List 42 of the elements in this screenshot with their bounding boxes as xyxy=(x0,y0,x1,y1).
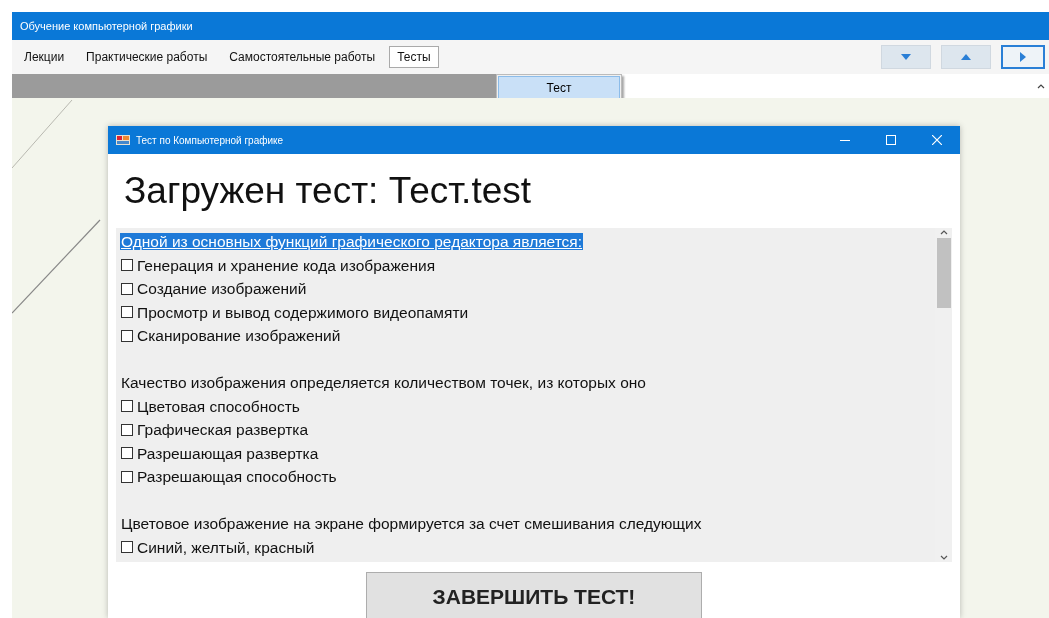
dialog-title: Тест по Компьютерной графике xyxy=(136,134,285,146)
scroll-down-icon xyxy=(939,554,948,562)
caret-right-icon xyxy=(1020,52,1026,62)
nav-button[interactable] xyxy=(1001,45,1045,69)
dropdown-item[interactable]: Тест xyxy=(498,76,620,100)
caret-up-icon xyxy=(961,54,971,60)
maximize-icon xyxy=(886,135,896,145)
close-icon xyxy=(932,135,942,145)
checkbox[interactable] xyxy=(121,329,133,342)
checkbox[interactable] xyxy=(121,447,133,460)
menu-item[interactable]: Практические работы xyxy=(78,46,216,68)
option-label: Цветовая способность xyxy=(137,396,300,417)
checkbox[interactable] xyxy=(121,541,133,554)
checkbox[interactable] xyxy=(121,306,133,319)
caret-down-icon xyxy=(901,54,911,60)
question-text: Цветовое изображение на экране формируется за счет смешивания следующих xyxy=(120,515,703,532)
checkbox[interactable] xyxy=(121,470,133,483)
checkbox[interactable] xyxy=(121,423,133,436)
scrollbar[interactable] xyxy=(935,228,952,562)
chevron-up-icon xyxy=(1037,83,1045,89)
option-label: Разрешающая развертка xyxy=(137,443,319,464)
scroll-up-icon xyxy=(939,228,948,236)
checkbox[interactable] xyxy=(121,400,133,413)
option-label: Синий, желтый, красный xyxy=(137,537,315,558)
menu-item[interactable]: Тесты xyxy=(389,46,439,68)
checkbox[interactable] xyxy=(121,259,133,272)
menu-item[interactable]: Самостоятельные работы xyxy=(221,46,384,68)
window-title: Обучение компьютерной графики xyxy=(12,12,1049,40)
option-label: Просмотр и вывод содержимого видеопамяти xyxy=(137,302,469,323)
option-label: Разрешающая способность xyxy=(137,467,337,487)
option-label: Графическая развертка xyxy=(137,420,309,440)
menu-item[interactable]: Лекции xyxy=(16,46,73,68)
app-icon xyxy=(116,134,130,146)
question-text: Качество изображения определяется количеством точек, из которых оно xyxy=(120,374,647,391)
option-label: Генерация и хранение кода изображения xyxy=(137,255,436,276)
scroll-thumb[interactable] xyxy=(936,238,951,308)
checkbox[interactable] xyxy=(121,282,133,295)
test-heading: Загружен тест: Тест.test xyxy=(123,169,533,213)
finish-button[interactable]: ЗАВЕРШИТЬ ТЕСТ! xyxy=(366,572,702,618)
option-label: Сканирование изображений xyxy=(137,326,341,346)
question-text: Одной из основных функций графического редактора является: xyxy=(120,233,584,250)
option-label: Создание изображений xyxy=(137,279,307,299)
